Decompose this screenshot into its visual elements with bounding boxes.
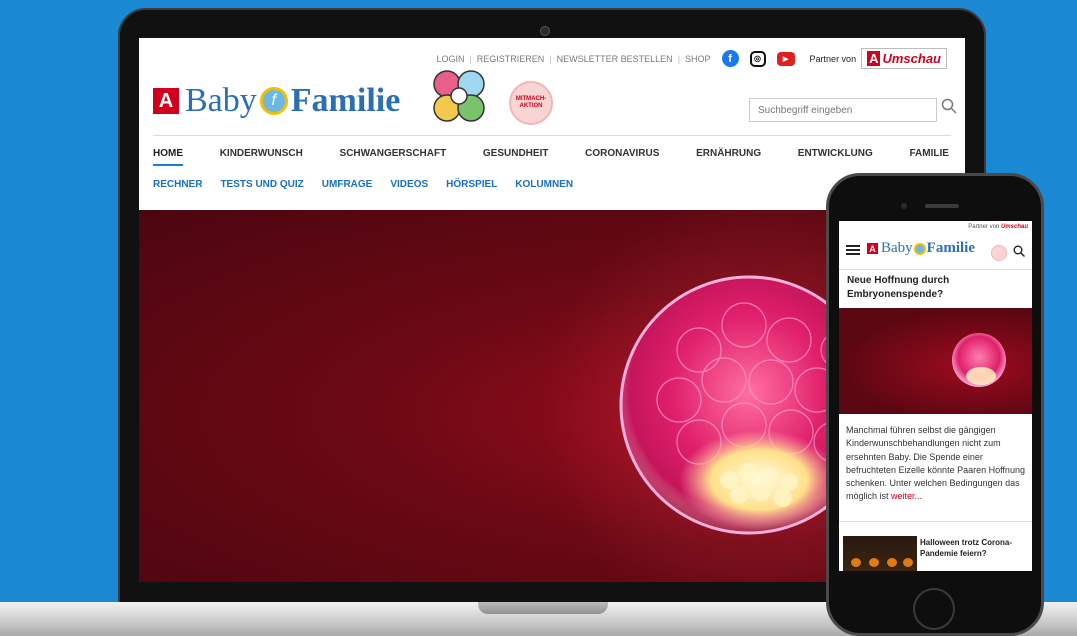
phone-speaker [925, 204, 959, 208]
header-divider [153, 135, 951, 136]
mobile-partner: Partner von Umschau [968, 224, 1028, 230]
halloween-thumbnail[interactable] [843, 536, 917, 571]
logo-text-baby: Baby [881, 240, 913, 256]
register-link[interactable]: REGISTRIEREN [477, 54, 545, 64]
umschau-name: Umschau [882, 51, 941, 66]
nav-item-hoerspiel[interactable]: HÖRSPIEL [446, 179, 497, 190]
newsletter-link[interactable]: NEWSLETTER BESTELLEN [557, 54, 673, 64]
article-headline-2[interactable]: Halloween trotz Corona-Pandemie feiern? [920, 537, 1030, 559]
nav-item-home[interactable]: HOME [153, 148, 183, 166]
laptop-notch [478, 602, 608, 614]
login-link[interactable]: LOGIN [436, 54, 464, 64]
apotheke-a-icon: A [867, 243, 878, 254]
youtube-icon[interactable]: ▶ [776, 51, 795, 66]
nav-item-entwicklung[interactable]: ENTWICKLUNG [798, 148, 873, 166]
mobile-partner-name[interactable]: Umschau [1001, 224, 1028, 230]
instagram-icon[interactable]: ◎ [749, 50, 766, 67]
logo-text-familie: Familie [290, 82, 401, 119]
nav-item-rechner[interactable]: RECHNER [153, 179, 202, 190]
mobile-site-logo[interactable]: A Baby Familie [867, 240, 975, 257]
nav-item-videos[interactable]: VIDEOS [390, 179, 428, 190]
pumpkin-icon [903, 558, 913, 567]
apotheke-a-icon: A [153, 88, 179, 114]
site-logo[interactable]: A Baby f Familie [153, 82, 400, 120]
article-headline[interactable]: Neue Hoffnung durch Embryonenspende? [847, 274, 1027, 302]
read-more-link[interactable]: weiter... [891, 491, 922, 501]
separator: | [677, 53, 681, 64]
nav-item-schwangerschaft[interactable]: SCHWANGERSCHAFT [340, 148, 447, 166]
teaser-text: Manchmal führen selbst die gängigen Kind… [846, 425, 1025, 502]
nav-item-kolumnen[interactable]: KOLUMNEN [515, 179, 573, 190]
article-teaser: Manchmal führen selbst die gängigen Kind… [846, 424, 1026, 504]
pumpkin-icon [887, 558, 897, 567]
logo-text-baby: Baby [185, 82, 257, 119]
primary-nav: HOME KINDERWUNSCH SCHWANGERSCHAFT GESUND… [153, 148, 949, 166]
nav-item-tests-und-quiz[interactable]: TESTS UND QUIZ [220, 179, 303, 190]
search-icon[interactable] [1013, 245, 1025, 257]
logo-circle-icon: f [259, 87, 288, 115]
embryo-thumbnail [952, 333, 1006, 387]
facebook-icon[interactable]: f [721, 50, 739, 67]
logo-circle-icon [913, 242, 926, 255]
nav-item-kinderwunsch[interactable]: KINDERWUNSCH [220, 148, 303, 166]
partner-label: Partner von [809, 53, 857, 64]
phone-home-button[interactable] [913, 588, 955, 630]
mobile-mitmach-badge[interactable] [991, 245, 1007, 261]
nav-item-familie[interactable]: FAMILIE [909, 148, 948, 166]
phone-screen: Partner von Umschau A Baby Familie Neue … [839, 221, 1032, 571]
article-divider [839, 521, 1032, 522]
umschau-logo[interactable]: A Umschau [861, 48, 947, 69]
apotheke-a-icon: A [867, 51, 881, 66]
menu-icon[interactable] [846, 245, 860, 255]
top-utility-bar: LOGIN | REGISTRIEREN | NEWSLETTER BESTEL… [436, 48, 947, 69]
mitmach-badge[interactable]: MITMACH- AKTION [509, 81, 553, 125]
pumpkin-icon [851, 558, 861, 567]
search-icon[interactable] [941, 98, 957, 114]
article-image[interactable] [839, 308, 1032, 414]
mobile-partner-label: Partner von [968, 224, 1000, 230]
nav-item-gesundheit[interactable]: GESUNDHEIT [483, 148, 549, 166]
logo-text-familie: Familie [926, 240, 975, 256]
laptop-camera [540, 26, 550, 36]
pumpkin-icon [869, 558, 879, 567]
mobile-header: A Baby Familie [839, 235, 1032, 270]
clover-emblem-icon [433, 70, 485, 122]
nav-item-coronavirus[interactable]: CORONAVIRUS [585, 148, 659, 166]
separator: | [469, 53, 472, 64]
phone-camera [901, 203, 907, 209]
separator: | [549, 53, 552, 64]
phone-frame: Partner von Umschau A Baby Familie Neue … [826, 173, 1044, 636]
nav-item-ernaehrung[interactable]: ERNÄHRUNG [696, 148, 761, 166]
search-input[interactable] [749, 98, 937, 122]
secondary-nav: RECHNER TESTS UND QUIZ UMFRAGE VIDEOS HÖ… [153, 179, 573, 190]
nav-item-umfrage[interactable]: UMFRAGE [322, 179, 373, 190]
shop-link[interactable]: SHOP [685, 54, 711, 64]
